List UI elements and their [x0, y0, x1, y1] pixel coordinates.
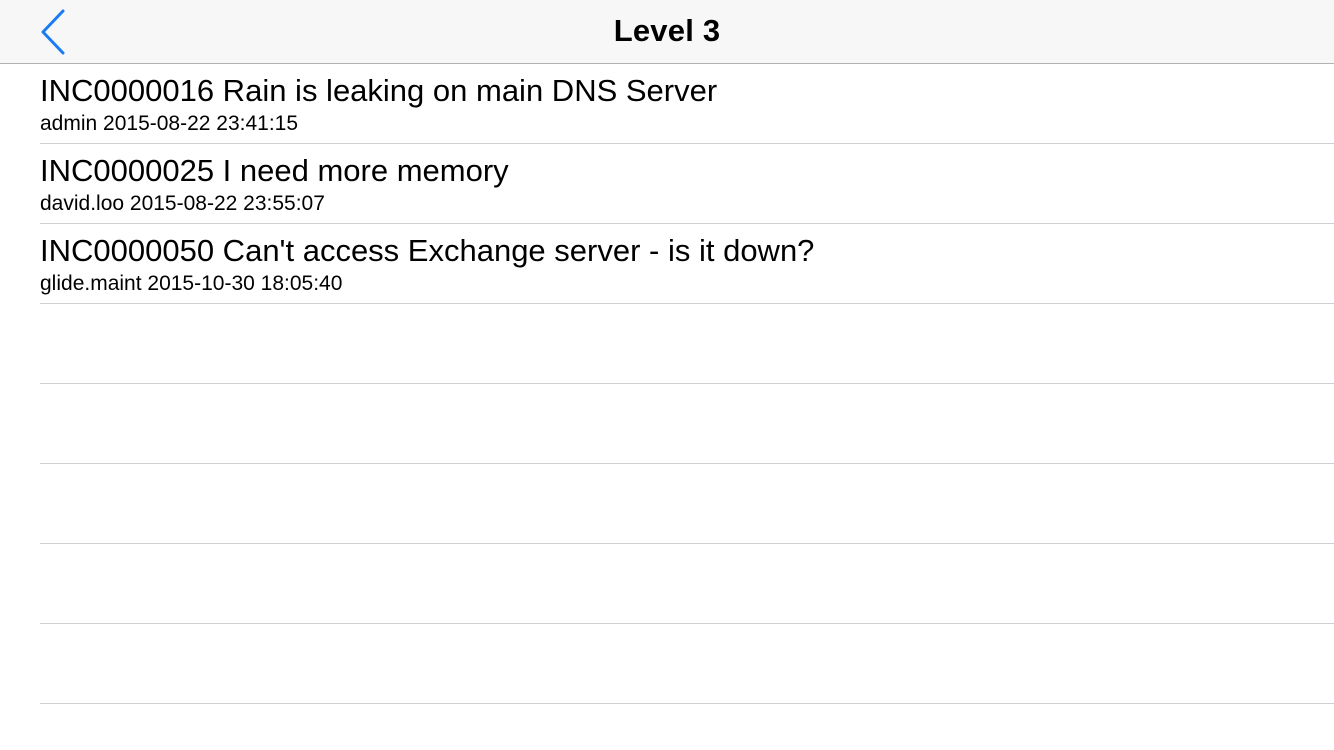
incident-list: INC0000016 Rain is leaking on main DNS S…	[0, 64, 1334, 704]
incident-subtitle: glide.maint 2015-10-30 18:05:40	[40, 272, 343, 295]
list-item[interactable]: INC0000025 I need more memory david.loo …	[40, 144, 1334, 224]
incident-title: INC0000025 I need more memory	[40, 153, 509, 188]
empty-row	[40, 624, 1334, 704]
list-item[interactable]: INC0000016 Rain is leaking on main DNS S…	[40, 64, 1334, 144]
navigation-bar: Level 3	[0, 0, 1334, 64]
incident-subtitle: admin 2015-08-22 23:41:15	[40, 112, 299, 135]
incident-subtitle: david.loo 2015-08-22 23:55:07	[40, 192, 325, 215]
empty-row	[40, 304, 1334, 384]
incident-title: INC0000050 Can't access Exchange server …	[40, 233, 815, 268]
page-title: Level 3	[613, 13, 721, 48]
empty-row	[40, 464, 1334, 544]
incident-title: INC0000016 Rain is leaking on main DNS S…	[40, 73, 718, 108]
list-item[interactable]: INC0000050 Can't access Exchange server …	[40, 224, 1334, 304]
empty-row	[40, 544, 1334, 624]
empty-row	[40, 384, 1334, 464]
